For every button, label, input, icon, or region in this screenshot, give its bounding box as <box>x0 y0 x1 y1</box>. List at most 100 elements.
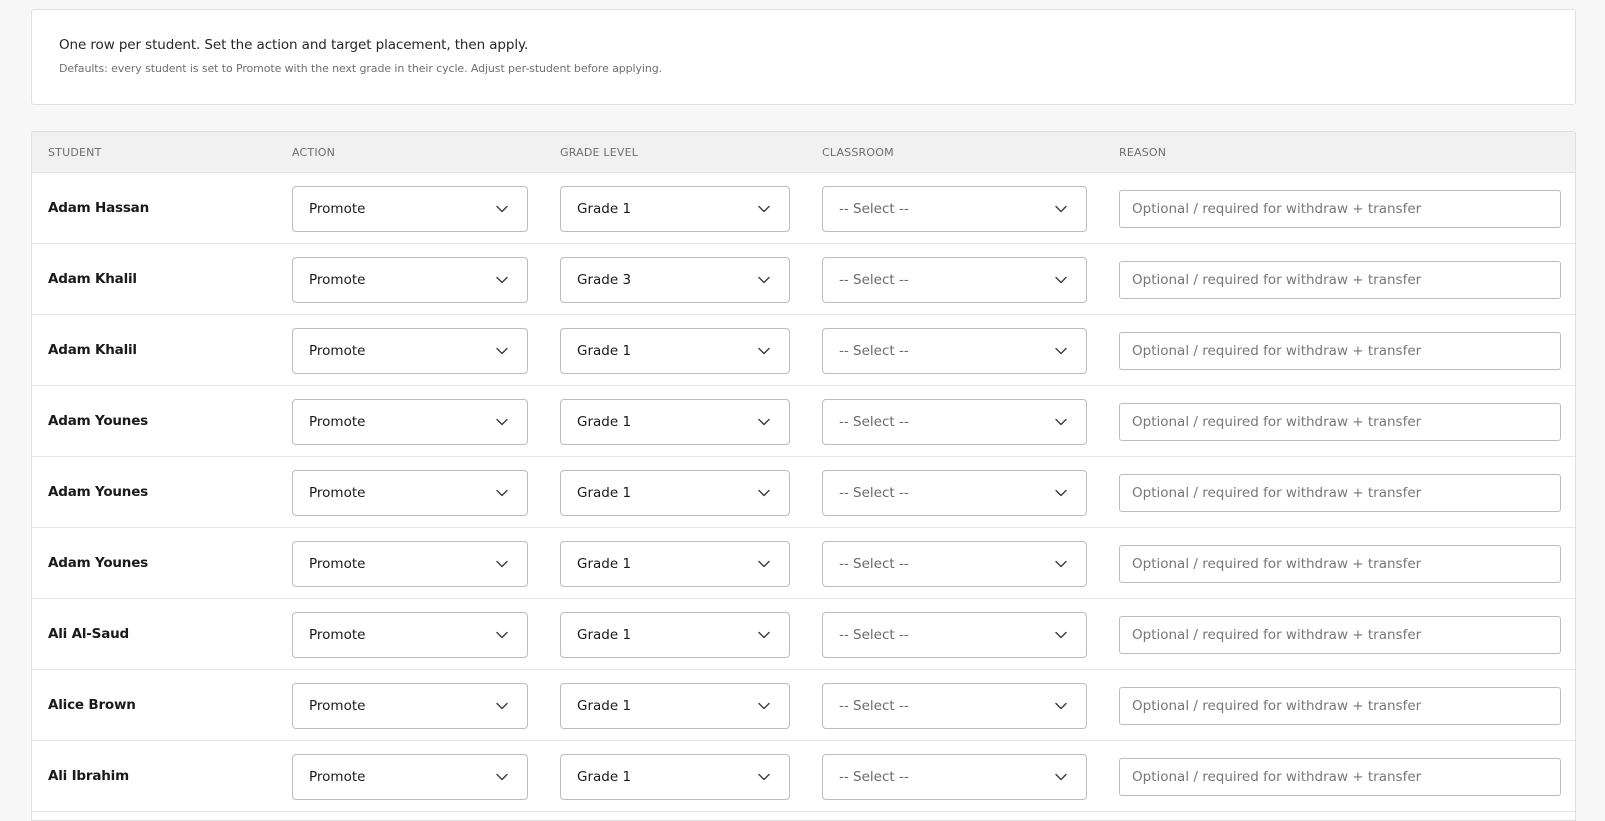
action-select[interactable]: Promote <box>292 470 528 516</box>
header-student: STUDENT <box>48 146 102 159</box>
chevron-down-icon <box>1055 631 1067 639</box>
classroom-select[interactable]: -- Select -- <box>822 257 1087 303</box>
action-select[interactable]: Promote <box>292 328 528 374</box>
action-select[interactable]: Promote <box>292 612 528 658</box>
header-classroom: CLASSROOM <box>822 146 894 159</box>
classroom-select[interactable]: -- Select -- <box>822 754 1087 800</box>
grade-value: Grade 1 <box>577 343 632 359</box>
chevron-down-icon <box>496 489 508 497</box>
chevron-down-icon <box>496 773 508 781</box>
instructions-text: One row per student. Set the action and … <box>59 37 529 53</box>
student-name: Adam Younes <box>48 484 149 500</box>
table-header: STUDENT ACTION GRADE LEVEL CLASSROOM REA… <box>32 132 1575 173</box>
classroom-select[interactable]: -- Select -- <box>822 470 1087 516</box>
chevron-down-icon <box>496 560 508 568</box>
action-value: Promote <box>309 556 366 572</box>
table-row: Adam Khalil Promote Grade 1 -- Select -- <box>32 315 1575 386</box>
student-name: Ali Al-Saud <box>48 626 129 642</box>
table-row: Adam Khalil Promote Grade 3 -- Select -- <box>32 244 1575 315</box>
reason-input[interactable] <box>1119 261 1561 299</box>
chevron-down-icon <box>758 631 770 639</box>
reason-input[interactable] <box>1119 687 1561 725</box>
action-select[interactable]: Promote <box>292 541 528 587</box>
grade-level-select[interactable]: Grade 1 <box>560 328 790 374</box>
chevron-down-icon <box>1055 773 1067 781</box>
grade-level-select[interactable]: Grade 3 <box>560 257 790 303</box>
classroom-select[interactable]: -- Select -- <box>822 328 1087 374</box>
chevron-down-icon <box>758 276 770 284</box>
classroom-value: -- Select -- <box>839 485 909 501</box>
reason-input[interactable] <box>1119 474 1561 512</box>
classroom-value: -- Select -- <box>839 556 909 572</box>
grade-level-select[interactable]: Grade 1 <box>560 541 790 587</box>
classroom-value: -- Select -- <box>839 272 909 288</box>
classroom-value: -- Select -- <box>839 627 909 643</box>
student-name: Adam Younes <box>48 413 149 429</box>
action-select[interactable]: Promote <box>292 186 528 232</box>
student-name: Ali Ibrahim <box>48 768 129 784</box>
chevron-down-icon <box>758 773 770 781</box>
classroom-select[interactable]: -- Select -- <box>822 186 1087 232</box>
grade-value: Grade 1 <box>577 698 632 714</box>
reason-input[interactable] <box>1119 190 1561 228</box>
chevron-down-icon <box>758 418 770 426</box>
table-body: Adam Hassan Promote Grade 1 -- Select --… <box>32 173 1575 812</box>
chevron-down-icon <box>496 276 508 284</box>
chevron-down-icon <box>496 205 508 213</box>
student-name: Alice Brown <box>48 697 136 713</box>
grade-value: Grade 1 <box>577 485 632 501</box>
action-value: Promote <box>309 272 366 288</box>
grade-value: Grade 3 <box>577 272 632 288</box>
classroom-value: -- Select -- <box>839 201 909 217</box>
classroom-value: -- Select -- <box>839 343 909 359</box>
chevron-down-icon <box>496 347 508 355</box>
student-placement-table: STUDENT ACTION GRADE LEVEL CLASSROOM REA… <box>31 131 1576 821</box>
grade-value: Grade 1 <box>577 414 632 430</box>
chevron-down-icon <box>1055 560 1067 568</box>
classroom-value: -- Select -- <box>839 769 909 785</box>
header-grade-level: GRADE LEVEL <box>560 146 639 159</box>
chevron-down-icon <box>758 702 770 710</box>
grade-level-select[interactable]: Grade 1 <box>560 754 790 800</box>
classroom-select[interactable]: -- Select -- <box>822 399 1087 445</box>
grade-value: Grade 1 <box>577 556 632 572</box>
defaults-note: Defaults: every student is set to Promot… <box>59 62 663 75</box>
table-row: Adam Younes Promote Grade 1 -- Select -- <box>32 457 1575 528</box>
grade-level-select[interactable]: Grade 1 <box>560 470 790 516</box>
instructions-card: One row per student. Set the action and … <box>31 9 1576 105</box>
table-row: Ali Al-Saud Promote Grade 1 -- Select -- <box>32 599 1575 670</box>
reason-input[interactable] <box>1119 616 1561 654</box>
reason-input[interactable] <box>1119 332 1561 370</box>
reason-input[interactable] <box>1119 403 1561 441</box>
action-value: Promote <box>309 627 366 643</box>
grade-level-select[interactable]: Grade 1 <box>560 186 790 232</box>
chevron-down-icon <box>1055 489 1067 497</box>
grade-level-select[interactable]: Grade 1 <box>560 612 790 658</box>
reason-input[interactable] <box>1119 545 1561 583</box>
action-value: Promote <box>309 485 366 501</box>
chevron-down-icon <box>496 702 508 710</box>
classroom-select[interactable]: -- Select -- <box>822 683 1087 729</box>
classroom-value: -- Select -- <box>839 414 909 430</box>
table-row: Adam Younes Promote Grade 1 -- Select -- <box>32 528 1575 599</box>
chevron-down-icon <box>1055 702 1067 710</box>
grade-level-select[interactable]: Grade 1 <box>560 683 790 729</box>
chevron-down-icon <box>1055 276 1067 284</box>
chevron-down-icon <box>1055 347 1067 355</box>
action-value: Promote <box>309 201 366 217</box>
action-select[interactable]: Promote <box>292 754 528 800</box>
table-row: Adam Younes Promote Grade 1 -- Select -- <box>32 386 1575 457</box>
classroom-value: -- Select -- <box>839 698 909 714</box>
reason-input[interactable] <box>1119 758 1561 796</box>
classroom-select[interactable]: -- Select -- <box>822 612 1087 658</box>
action-select[interactable]: Promote <box>292 683 528 729</box>
action-select[interactable]: Promote <box>292 399 528 445</box>
grade-value: Grade 1 <box>577 769 632 785</box>
action-select[interactable]: Promote <box>292 257 528 303</box>
header-action: ACTION <box>292 146 336 159</box>
table-row: Alice Brown Promote Grade 1 -- Select -- <box>32 670 1575 741</box>
classroom-select[interactable]: -- Select -- <box>822 541 1087 587</box>
grade-value: Grade 1 <box>577 201 632 217</box>
student-name: Adam Khalil <box>48 271 137 287</box>
grade-level-select[interactable]: Grade 1 <box>560 399 790 445</box>
